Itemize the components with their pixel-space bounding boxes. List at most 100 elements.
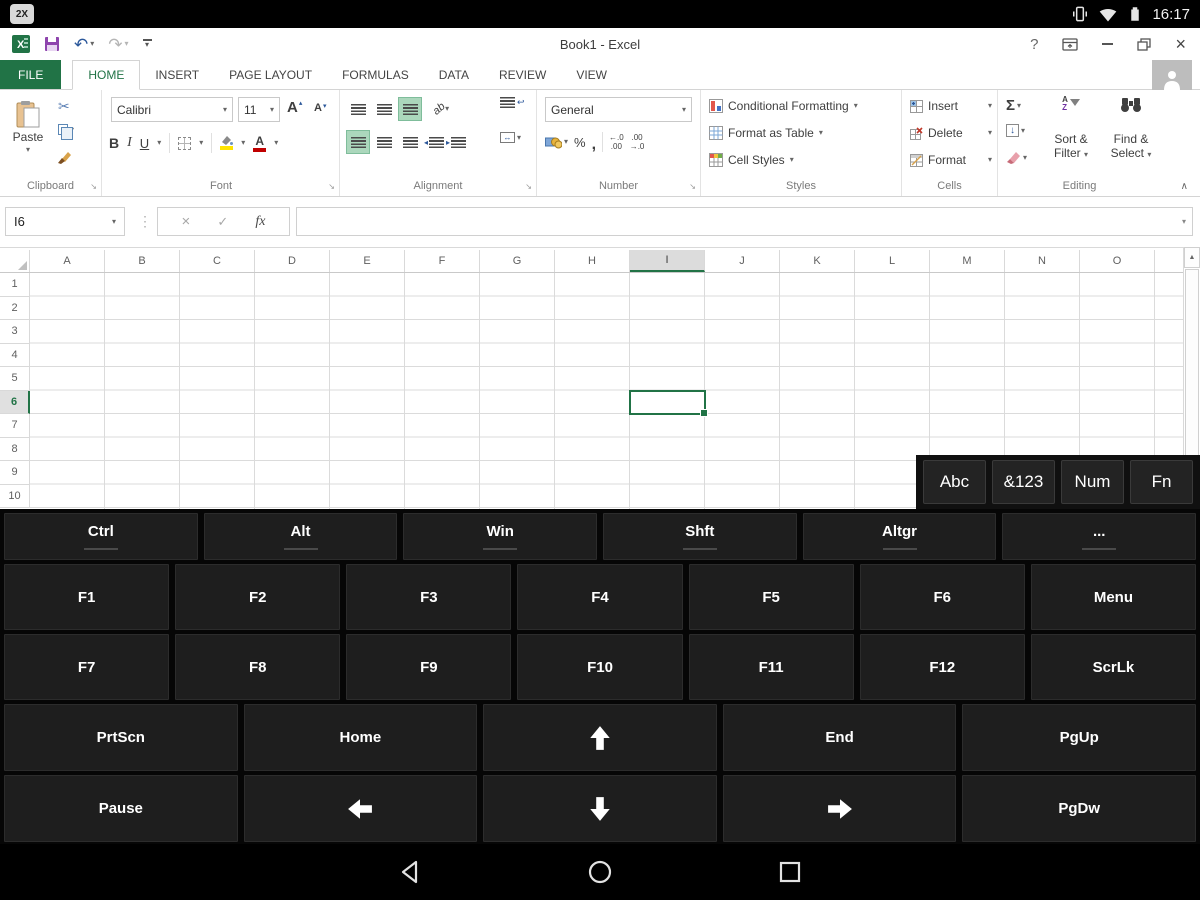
column-header-c[interactable]: C [180, 250, 255, 272]
row-header-4[interactable]: 4 [0, 343, 30, 367]
bold-button[interactable]: B [109, 135, 119, 151]
key-prtscn[interactable]: PrtScn [4, 704, 238, 771]
row-header-9[interactable]: 9 [0, 461, 30, 485]
font-color-button[interactable]: A [253, 135, 267, 152]
column-header-h[interactable]: H [555, 250, 630, 272]
name-box[interactable]: I6 ▾ [5, 207, 125, 236]
cut-button[interactable]: ✂ [58, 99, 70, 113]
top-align-button[interactable] [346, 97, 370, 121]
key-f1[interactable]: F1 [4, 564, 170, 630]
restore-button[interactable] [1137, 37, 1152, 51]
underline-button[interactable]: U [140, 136, 149, 151]
key-end[interactable]: End [722, 704, 957, 771]
alignment-dialog-launcher-icon[interactable]: ↘ [525, 182, 532, 191]
key-f12[interactable]: F12 [859, 634, 1025, 700]
decrease-decimal-button[interactable]: .00 →.0 [630, 133, 645, 151]
font-dialog-launcher-icon[interactable]: ↘ [328, 182, 335, 191]
mode-key-fn[interactable]: Fn [1130, 460, 1193, 504]
recents-button[interactable] [776, 858, 804, 886]
insert-cells-button[interactable]: Insert ▾ [910, 99, 992, 113]
paste-button[interactable]: Paste ▾ [4, 96, 52, 176]
selected-cell-i6[interactable] [629, 390, 708, 417]
align-left-button[interactable] [346, 130, 370, 154]
collapse-ribbon-button[interactable]: ∧ [1181, 181, 1188, 192]
column-header-i[interactable]: I [630, 250, 705, 272]
orientation-button[interactable]: ab ▾ [424, 97, 458, 121]
font-size-select[interactable]: 11 ▾ [238, 97, 280, 122]
borders-dropdown-icon[interactable]: ▾ [199, 139, 203, 147]
ribbon-display-options-button[interactable] [1062, 37, 1079, 51]
name-box-dropdown-icon[interactable]: ▾ [112, 217, 116, 226]
key-arrow-right[interactable] [722, 775, 957, 842]
column-header-d[interactable]: D [255, 250, 330, 272]
column-header-k[interactable]: K [780, 250, 855, 272]
key-scrlk[interactable]: ScrLk [1030, 634, 1196, 700]
minimize-button[interactable] [1102, 43, 1114, 45]
key-alt[interactable]: Alt [203, 513, 398, 560]
font-color-dropdown-icon[interactable]: ▾ [274, 139, 278, 147]
column-header-f[interactable]: F [405, 250, 480, 272]
scroll-up-button[interactable]: ▲ [1184, 247, 1200, 268]
account-avatar[interactable] [1152, 60, 1192, 90]
key-f9[interactable]: F9 [346, 634, 512, 700]
expand-formula-bar-icon[interactable]: ▾ [1182, 217, 1186, 226]
key-menu[interactable]: Menu [1030, 564, 1196, 630]
formula-bar-input[interactable]: ▾ [296, 207, 1193, 236]
increase-decimal-button[interactable]: ←.0.00 [609, 133, 624, 151]
paste-dropdown-icon[interactable]: ▾ [26, 146, 30, 154]
percent-style-button[interactable]: % [574, 135, 586, 150]
align-right-button[interactable] [398, 130, 422, 154]
close-button[interactable]: × [1175, 34, 1186, 55]
back-button[interactable] [396, 858, 424, 886]
sort-filter-button[interactable]: AZ Sort & Filter ▾ [1042, 96, 1100, 176]
underline-dropdown-icon[interactable]: ▾ [157, 139, 161, 147]
key-f5[interactable]: F5 [688, 564, 854, 630]
insert-function-button[interactable]: fx [255, 214, 265, 230]
redo-button[interactable]: ↷ ▾ [108, 36, 128, 53]
key-f4[interactable]: F4 [517, 564, 683, 630]
fill-color-button[interactable] [220, 136, 234, 150]
key-shft[interactable]: Shft [603, 513, 797, 560]
tab-review[interactable]: REVIEW [484, 60, 561, 89]
decrease-indent-button[interactable]: ◂ [424, 136, 445, 148]
select-all-corner[interactable] [0, 250, 30, 272]
increase-indent-button[interactable]: ▸ [446, 136, 467, 148]
clear-button[interactable]: ▾ [1006, 151, 1027, 164]
delete-cells-button[interactable]: Delete ▾ [910, 126, 992, 140]
column-header-g[interactable]: G [480, 250, 555, 272]
key-f11[interactable]: F11 [688, 634, 854, 700]
autosum-button[interactable]: Σ ▾ [1006, 98, 1021, 113]
increase-font-size-button[interactable]: A ▴ [287, 99, 302, 116]
tab-view[interactable]: VIEW [561, 60, 622, 89]
tab-insert[interactable]: INSERT [140, 60, 214, 89]
middle-align-button[interactable] [372, 97, 396, 121]
italic-button[interactable]: I [127, 135, 132, 151]
column-header-n[interactable]: N [1005, 250, 1080, 272]
row-header-10[interactable]: 10 [0, 484, 30, 508]
align-center-button[interactable] [372, 130, 396, 154]
borders-button[interactable] [178, 136, 192, 150]
column-header-b[interactable]: B [105, 250, 180, 272]
format-painter-button[interactable] [58, 150, 72, 164]
help-button[interactable]: ? [1030, 36, 1038, 53]
row-header-7[interactable]: 7 [0, 414, 30, 438]
copy-button[interactable]: ▾ [58, 124, 74, 140]
tab-home[interactable]: HOME [72, 60, 141, 90]
number-dialog-launcher-icon[interactable]: ↘ [689, 182, 696, 191]
key-home[interactable]: Home [243, 704, 478, 771]
conditional-formatting-button[interactable]: Conditional Formatting ▾ [709, 99, 858, 113]
column-header-a[interactable]: A [30, 250, 105, 272]
key-win[interactable]: Win [403, 513, 598, 560]
customize-qat-button[interactable]: ▾ [142, 39, 152, 49]
row-header-3[interactable]: 3 [0, 320, 30, 344]
format-as-table-button[interactable]: Format as Table ▾ [709, 126, 823, 140]
key-altgr[interactable]: Altgr [802, 513, 997, 560]
row-header-1[interactable]: 1 [0, 273, 30, 297]
mode-key-sym-123[interactable]: &123 [992, 460, 1055, 504]
mode-key-num[interactable]: Num [1061, 460, 1124, 504]
key-f2[interactable]: F2 [175, 564, 341, 630]
home-button[interactable] [586, 858, 614, 886]
tab-data[interactable]: DATA [424, 60, 484, 89]
comma-style-button[interactable]: , [592, 136, 596, 153]
fill-button[interactable]: ↓ ▾ [1006, 124, 1025, 137]
